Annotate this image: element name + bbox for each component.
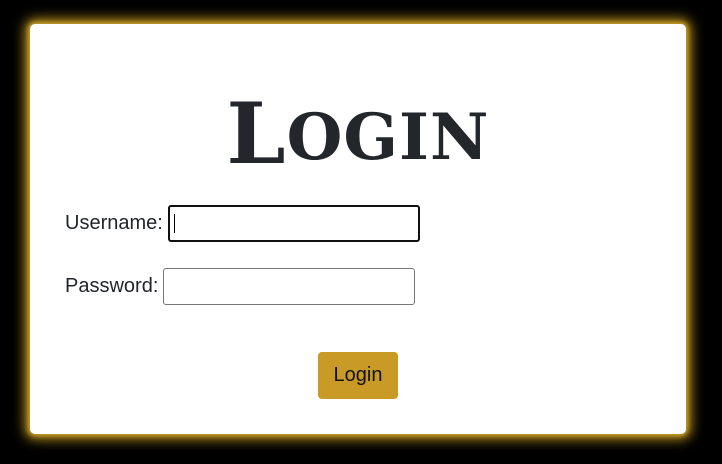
text-caret (173, 213, 175, 233)
login-card: LOGIN Username: Password: Login (30, 24, 686, 434)
password-row: Password: (65, 267, 416, 305)
title-rest: OGIN (286, 100, 490, 175)
username-row: Username: (65, 204, 420, 242)
page-title: LOGIN (30, 90, 686, 178)
username-input[interactable] (167, 204, 420, 242)
login-button[interactable]: Login (318, 352, 398, 399)
title-initial: L (226, 84, 287, 183)
password-label: Password: (65, 274, 159, 297)
password-input[interactable] (163, 267, 416, 305)
username-label: Username: (65, 211, 163, 234)
